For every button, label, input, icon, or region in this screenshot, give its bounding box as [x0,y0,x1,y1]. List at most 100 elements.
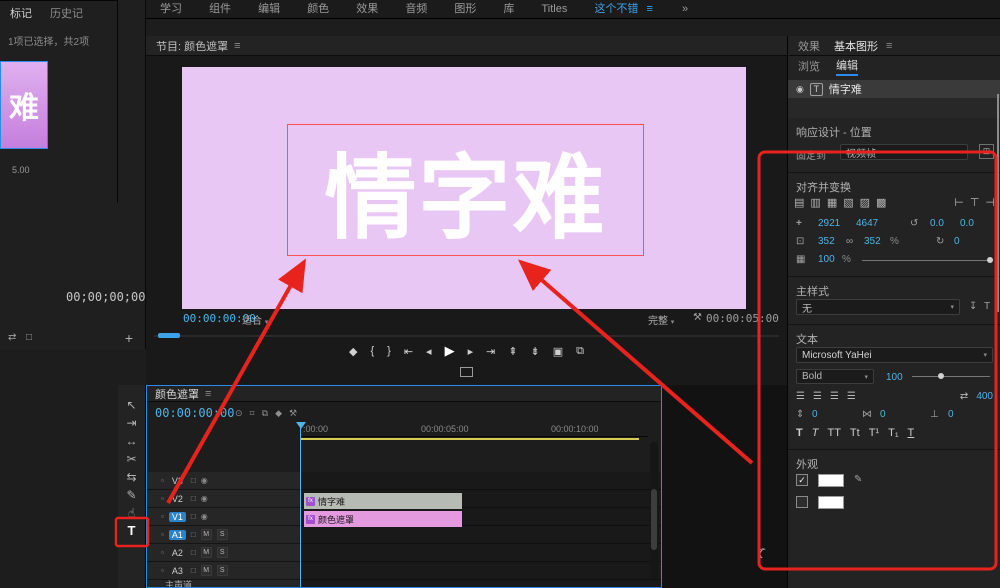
track-label-v1[interactable]: V1 [169,512,186,522]
panel-add-icon[interactable]: + [125,330,133,346]
tracking-value[interactable]: 400 [976,391,993,402]
track-label-v2[interactable]: V2 [169,494,186,504]
fit-dropdown[interactable]: 适合 ▾ [242,312,268,327]
workspace-tab-learning[interactable]: 学习 [148,0,194,19]
mixer-monitor-icon[interactable]: □ [26,332,32,343]
lock-icon[interactable]: ▫ [161,476,164,485]
anchor-y-value[interactable]: 0.0 [960,218,974,229]
position-y-value[interactable]: 4647 [856,218,878,229]
pin-diagram-icon[interactable]: ⊞ [979,144,994,159]
baseline-value[interactable]: 0 [948,409,954,420]
track-output-eye-icon[interactable]: ◉ [201,494,208,503]
track-lane-a2[interactable] [301,544,661,562]
scale-x-value[interactable]: 352 [818,236,835,247]
playhead-handle[interactable] [296,422,306,429]
font-size-slider[interactable] [912,376,990,377]
workspace-tab-graphics[interactable]: 图形 [442,0,488,19]
timeline-ruler[interactable]: :00:00 00:00:05:00 00:00:10:00 [301,422,648,437]
step-back-button[interactable]: ◂ [426,345,432,358]
workspace-tab-effects[interactable]: 效果 [344,0,390,19]
marker-thumbnail[interactable]: 难 [0,61,48,149]
scale-y-value[interactable]: 352 [864,236,881,247]
font-size-value[interactable]: 100 [886,372,903,383]
workspace-tab-menu-icon[interactable]: ≡ [647,3,653,15]
text-selection-box[interactable]: 情字难 [287,124,644,256]
all-caps-button[interactable]: TT [827,427,840,439]
font-size-slider-knob[interactable] [938,373,944,379]
workspace-tab-editing[interactable]: 编辑 [246,0,292,19]
mute-button[interactable]: M [201,565,212,576]
kerning-value[interactable]: 0 [880,409,886,420]
mute-button[interactable]: M [201,547,212,558]
layer-row[interactable]: ◉ T 情字难 [788,80,1000,98]
workspace-tab-assembly[interactable]: 组件 [197,0,243,19]
align-top-button[interactable]: ▧ [843,196,853,209]
extract-button[interactable]: ⇟ [531,345,540,358]
inspector-scrollbar[interactable] [997,94,999,312]
underline-button[interactable]: T [908,427,915,439]
pin-to-dropdown[interactable]: 视频帧 ▾ [840,144,968,160]
subscript-button[interactable]: T₁ [888,427,898,439]
lock-icon[interactable]: ▫ [161,530,164,539]
tab-essential-graphics[interactable]: 基本图形 [834,38,878,54]
track-label-a3[interactable]: A3 [169,566,186,576]
layer-name[interactable]: 情字难 [829,81,862,97]
nest-icon[interactable]: ⊙ [235,408,243,419]
font-style-dropdown[interactable]: Bold ▾ [796,369,874,384]
add-marker-icon[interactable]: ◆ [275,408,282,419]
reset-icon[interactable]: ↺ [910,218,918,229]
solo-button[interactable]: S [217,529,228,540]
snap-icon[interactable]: ⌗ [250,408,255,419]
stroke-color-swatch[interactable] [818,496,844,509]
small-caps-button[interactable]: Tt [850,427,860,439]
monitor-settings-icon[interactable]: ⚒ [693,312,702,323]
lock-icon[interactable]: ▫ [161,548,164,557]
razor-tool[interactable]: ✂ [126,451,136,467]
selection-tool[interactable]: ↖ [126,397,136,413]
push-style-icon[interactable]: ↧ [969,301,977,312]
mark-in-button[interactable]: { [370,345,374,357]
go-to-in-button[interactable]: ⇤ [404,345,413,358]
export-frame-button[interactable]: ▣ [553,345,563,358]
font-family-dropdown[interactable]: Microsoft YaHei ▾ [796,347,993,363]
solo-button[interactable]: S [217,547,228,558]
track-output-eye-icon[interactable]: ◉ [201,512,208,521]
timeline-settings-icon[interactable]: ⚒ [289,408,297,419]
step-forward-button[interactable]: ▸ [468,345,474,358]
workspace-overflow-icon[interactable]: » [682,3,688,15]
workspace-tab-color[interactable]: 颜色 [295,0,341,19]
play-button[interactable]: ▶ [445,343,455,359]
mixer-timecode[interactable]: 00;00;00;00 [66,290,145,304]
tab-effects[interactable]: 效果 [798,38,820,54]
panel-menu-icon[interactable]: ≡ [886,40,892,52]
mixer-route-icon[interactable]: ⇄ [8,332,16,343]
align-center-h-button[interactable]: ▥ [810,196,820,209]
pen-tool[interactable]: ✎ [126,487,136,503]
workspace-tab-audio[interactable]: 音频 [393,0,439,19]
subtab-edit[interactable]: 编辑 [836,57,858,76]
fill-color-swatch[interactable] [818,474,844,487]
fill-checkbox[interactable]: ✓ [796,474,808,486]
comparison-view-button[interactable]: ⧉ [576,345,584,358]
mute-button[interactable]: M [201,529,212,540]
timeline-scrollbar[interactable] [650,442,658,579]
hand-tool[interactable]: ☝ [128,505,135,521]
align-text-left-button[interactable]: ☰ [796,391,805,402]
lift-button[interactable]: ⇞ [508,345,517,358]
master-style-dropdown[interactable]: 无 ▾ [796,299,960,315]
stroke-checkbox[interactable] [796,496,808,508]
superscript-button[interactable]: T¹ [869,427,879,439]
lock-icon[interactable]: ▫ [161,566,164,575]
sync-lock-icon[interactable]: □ [191,512,196,521]
track-lane-a3[interactable] [301,562,661,580]
rotation-value[interactable]: 0 [954,236,960,247]
scrubber-handle[interactable] [158,333,180,338]
playhead[interactable] [300,422,301,587]
sync-lock-icon[interactable]: □ [191,530,196,539]
align-left-button[interactable]: ▤ [794,196,804,209]
panel-menu-icon[interactable]: ≡ [205,388,211,400]
track-lane-v3[interactable] [301,472,661,490]
timeline-clip-color-matte[interactable]: fx 颜色遮罩 [304,511,462,527]
ripple-edit-tool[interactable]: ↔ [126,433,138,449]
distribute-right-button[interactable]: ⊣ [985,196,995,209]
